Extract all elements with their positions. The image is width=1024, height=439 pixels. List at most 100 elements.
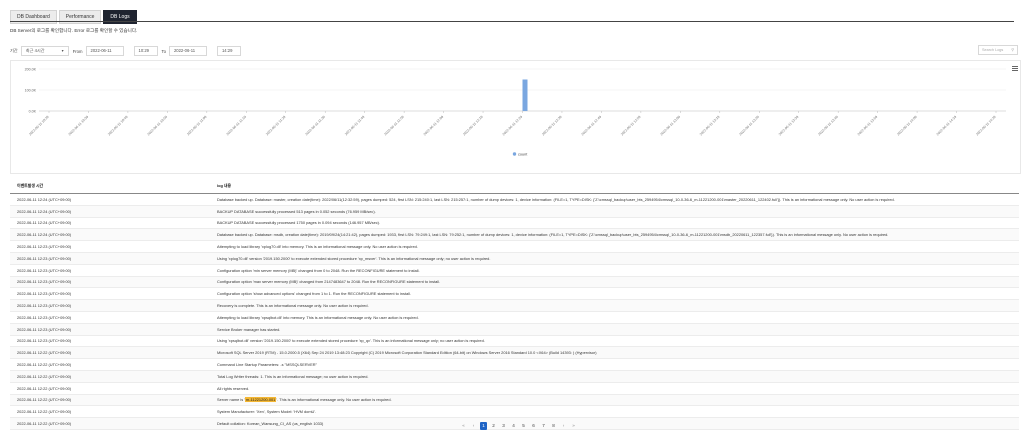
pager-page-3[interactable]: 3 (500, 422, 507, 430)
x-tick-label: 2022-06-11 10:59 (146, 115, 168, 137)
chart-svg: 200.0K 100.0K 0.0K 2022-06-11 10:29 2022-06-… (25, 67, 1006, 156)
cell-log: Using 'xplog70.dll' version '2019.150.20… (210, 252, 1019, 265)
x-tick-label: 2022-06-11 13:09 (659, 115, 681, 137)
cell-log: BACKUP DATABASE successfully processed 5… (210, 205, 1019, 218)
table-row[interactable]: 2022-06-11 12:23 (UTC+09:00) Recovery is … (10, 299, 1019, 312)
cell-log: Using 'xpsqlbot.dll' version '2019.150.2… (210, 335, 1019, 348)
x-tick-label: 2022-06-11 12:09 (423, 115, 445, 137)
to-date-input[interactable]: 2022-06-11 (168, 46, 207, 56)
pager-page-4[interactable]: 4 (510, 422, 517, 430)
table-row[interactable]: 2022-06-11 12:22 (UTC+09:00) All rights r… (10, 382, 1019, 395)
x-tick-label: 2022-06-11 13:19 (699, 115, 721, 137)
period-select[interactable]: 최근 4시간 ▾ (20, 46, 69, 56)
search-placeholder: Search Logs (982, 48, 1004, 52)
pager-page-8[interactable]: 8 (550, 422, 557, 430)
table-row[interactable]: 2022-06-11 12:23 (UTC+09:00) Attempting t… (10, 240, 1019, 253)
filter-bar: 기간 최근 4시간 ▾ From 2022-06-11 10:29 To 2022… (10, 46, 245, 56)
table-row[interactable]: 2022-06-11 12:22 (UTC+09:00) Total Log Wr… (10, 370, 1019, 383)
cell-time: 2022-06-11 12:23 (UTC+09:00) (10, 252, 210, 265)
x-tick-label: 2022-06-11 11:49 (344, 115, 365, 136)
from-label: From (72, 48, 83, 54)
cell-log: All rights reserved. (210, 382, 1019, 395)
table-row[interactable]: 2022-06-11 12:23 (UTC+09:00) Attempting t… (10, 311, 1019, 324)
period-label: 기간 (10, 48, 18, 53)
y-tick-label: 0.0K (29, 109, 37, 113)
x-tick-label: 2022-06-11 12:29 (502, 115, 524, 137)
table-row[interactable]: 2022-06-11 12:22 (UTC+09:00) Server name … (10, 394, 1019, 407)
table-row[interactable]: 2022-06-11 12:24 (UTC+09:00) Database bac… (10, 193, 1019, 206)
x-tick-label: 2022-06-11 11:39 (305, 115, 326, 136)
x-tick-label: 2022-06-11 13:49 (817, 115, 839, 137)
cell-log: System Manufacturer: 'Xen', System Model… (210, 405, 1019, 419)
x-tick-label: 2022-06-11 11:29 (265, 115, 286, 136)
cell-log: Total Log Writer threads: 1. This is an … (210, 370, 1019, 383)
pager-last-button[interactable]: » (570, 422, 577, 430)
table-row[interactable]: 2022-06-11 12:23 (UTC+09:00) Using 'xpsql… (10, 335, 1019, 348)
table-row[interactable]: 2022-06-11 12:22 (UTC+09:00) System Manuf… (10, 405, 1019, 419)
bar-mark (522, 79, 528, 111)
x-tick-label: 2022-06-11 10:39 (68, 115, 90, 137)
cell-time: 2022-06-11 12:23 (UTC+09:00) (10, 264, 210, 277)
cell-time: 2022-06-11 12:22 (UTC+09:00) (10, 417, 210, 430)
period-select-value: 최근 4시간 (25, 48, 45, 53)
x-tick-label: 2022-06-11 12:59 (620, 115, 642, 137)
x-tick-label: 2022-06-11 14:29 (975, 115, 997, 137)
table-row[interactable]: 2022-06-11 12:23 (UTC+09:00) Configuratio… (10, 287, 1019, 301)
cell-time: 2022-06-11 12:24 (UTC+09:00) (10, 228, 210, 242)
to-time-input[interactable]: 14:29 (216, 46, 241, 56)
log-table: 이벤트발생 시간 log 내용 2022-06-11 12:24 (UTC+09… (10, 178, 1019, 430)
x-tick-label: 2022-06-11 11:09 (186, 115, 207, 136)
from-date-input[interactable]: 2022-06-11 (85, 46, 124, 56)
from-time-input[interactable]: 10:29 (133, 46, 158, 56)
pager-page-1[interactable]: 1 (480, 422, 487, 430)
search-input[interactable]: Search Logs ⚲ (978, 45, 1018, 55)
table-row[interactable]: 2022-06-11 12:23 (UTC+09:00) Service Brok… (10, 323, 1019, 336)
page-description: DB Server의 로그를 확인합니다. Error 로그를 확인할 수 있습… (10, 28, 138, 33)
table-row[interactable]: 2022-06-11 12:23 (UTC+09:00) Configuratio… (10, 264, 1019, 277)
x-tick-label: 2022-06-11 11:19 (226, 115, 247, 136)
legend-label: count (518, 152, 528, 156)
cell-log: Database backed up. Database: msdb, crea… (210, 228, 1019, 242)
table-row[interactable]: 2022-06-11 12:23 (UTC+09:00) Using 'xplog… (10, 252, 1019, 265)
pager-page-5[interactable]: 5 (520, 422, 527, 430)
chart-menu-icon[interactable] (1012, 65, 1018, 72)
tab-divider (10, 21, 1014, 22)
cell-time: 2022-06-11 12:23 (UTC+09:00) (10, 276, 210, 289)
cell-time: 2022-06-11 12:24 (UTC+09:00) (10, 205, 210, 218)
table-row[interactable]: 2022-06-11 12:24 (UTC+09:00) BACKUP DATAB… (10, 217, 1019, 230)
pager-prev-button[interactable]: ‹ (470, 422, 477, 430)
table-row[interactable]: 2022-06-11 12:24 (UTC+09:00) BACKUP DATAB… (10, 205, 1019, 218)
x-tick-label: 2022-06-11 11:59 (383, 115, 404, 136)
cell-log: BACKUP DATABASE successfully processed 1… (210, 217, 1019, 230)
pager-first-button[interactable]: « (460, 422, 467, 430)
legend-swatch (512, 152, 517, 156)
x-tick-label: 2022-06-11 10:49 (107, 115, 129, 137)
cell-log: Command Line Startup Parameters: -s "MSS… (210, 358, 1019, 371)
cell-time: 2022-06-11 12:22 (UTC+09:00) (10, 370, 210, 383)
column-header-log: log 내용 (210, 178, 1019, 194)
x-tick-label: 2022-06-11 10:29 (28, 115, 50, 137)
table-row[interactable]: 2022-06-11 12:23 (UTC+09:00) Configuratio… (10, 276, 1019, 289)
x-tick-label: 2022-06-11 14:09 (896, 115, 918, 137)
cell-log: Microsoft SQL Server 2019 (RTM) - 15.0.2… (210, 346, 1019, 360)
table-row[interactable]: 2022-06-11 12:22 (UTC+09:00) Microsoft SQ… (10, 346, 1019, 360)
cell-log: Configuration option 'min server memory … (210, 264, 1019, 277)
cell-time: 2022-06-11 12:23 (UTC+09:00) (10, 311, 210, 324)
cell-time: 2022-06-11 12:23 (UTC+09:00) (10, 335, 210, 348)
pager-page-2[interactable]: 2 (490, 422, 497, 430)
pager-page-7[interactable]: 7 (540, 422, 547, 430)
cell-log: Configuration option 'max server memory … (210, 276, 1019, 289)
table-row[interactable]: 2022-06-11 12:24 (UTC+09:00) Database bac… (10, 228, 1019, 242)
pager-page-6[interactable]: 6 (530, 422, 537, 430)
cell-log: Attempting to load library 'xplog70.dll'… (210, 240, 1019, 253)
cell-time: 2022-06-11 12:22 (UTC+09:00) (10, 346, 210, 360)
pager-next-button[interactable]: › (560, 422, 567, 430)
cell-time: 2022-06-11 12:22 (UTC+09:00) (10, 405, 210, 419)
x-tick-label: 2022-06-11 12:19 (462, 115, 484, 137)
cell-time: 2022-06-11 12:24 (UTC+09:00) (10, 193, 210, 206)
table-row[interactable]: 2022-06-11 12:22 (UTC+09:00) Command Line… (10, 358, 1019, 371)
caret-down-icon: ▾ (61, 48, 64, 53)
search-icon: ⚲ (1011, 48, 1014, 52)
x-tick-label: 2022-06-11 13:39 (778, 115, 800, 137)
x-tick-label: 2022-06-11 13:29 (738, 115, 760, 137)
